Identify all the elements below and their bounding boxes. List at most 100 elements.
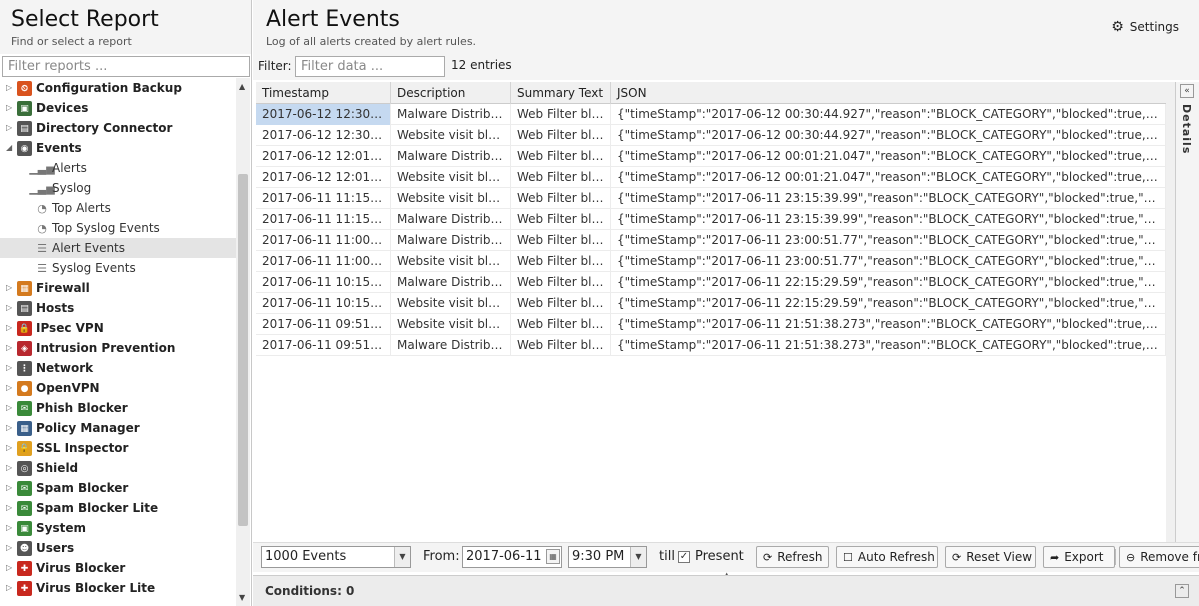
cell-description[interactable]: Malware Distribution Site blocked bbox=[391, 209, 511, 230]
table-row[interactable]: 2017-06-12 12:30:44.927Website visit blo… bbox=[256, 125, 1166, 146]
tree-item[interactable]: ◢ ◉ Events bbox=[0, 138, 236, 158]
tree-child-item[interactable]: ☰ Alert Events bbox=[0, 238, 236, 258]
cell-summary-text[interactable]: Web Filter blocked bbox=[511, 230, 611, 251]
auto-refresh-button[interactable]: ☐ Auto Refresh bbox=[836, 546, 938, 568]
cell-description[interactable]: Malware Distribution Site blocked bbox=[391, 104, 511, 125]
details-label[interactable]: Details bbox=[1180, 104, 1193, 154]
calendar-icon[interactable]: ▦ bbox=[546, 549, 560, 564]
tree-item[interactable]: ▷ ✉ Spam Blocker bbox=[0, 478, 236, 498]
expand-arrow-icon[interactable]: ▷ bbox=[6, 478, 14, 498]
tree-item[interactable]: ▷ ◎ Shield bbox=[0, 458, 236, 478]
from-time-select[interactable]: 9:30 PM ▼ bbox=[568, 546, 647, 568]
cell-description[interactable]: Malware Distribution Site blocked bbox=[391, 230, 511, 251]
tree-item[interactable]: ▷ ▤ Hosts bbox=[0, 298, 236, 318]
tree-item[interactable]: ▷ ☻ Users bbox=[0, 538, 236, 558]
table-row[interactable]: 2017-06-12 12:01:21.047Malware Distribut… bbox=[256, 146, 1166, 167]
column-header-description[interactable]: Description bbox=[391, 82, 511, 104]
cell-timestamp[interactable]: 2017-06-12 12:01:21.047 bbox=[256, 167, 391, 188]
tree-item[interactable]: ▷ ▦ Policy Manager bbox=[0, 418, 236, 438]
table-row[interactable]: 2017-06-12 12:01:21.047Website visit blo… bbox=[256, 167, 1166, 188]
expand-arrow-icon[interactable]: ▷ bbox=[6, 418, 14, 438]
cell-summary-text[interactable]: Web Filter blocked bbox=[511, 167, 611, 188]
tree-item[interactable]: ▷ ▤ Directory Connector bbox=[0, 118, 236, 138]
cell-timestamp[interactable]: 2017-06-11 11:00:51.77 bbox=[256, 230, 391, 251]
export-button[interactable]: ➦ Export bbox=[1043, 546, 1115, 568]
expand-arrow-icon[interactable]: ▷ bbox=[6, 538, 14, 558]
cell-summary-text[interactable]: Web Filter blocked bbox=[511, 335, 611, 356]
table-row[interactable]: 2017-06-12 12:30:44.927Malware Distribut… bbox=[256, 104, 1166, 125]
column-header-summary-text[interactable]: Summary Text bbox=[511, 82, 611, 104]
cell-json[interactable]: {"timeStamp":"2017-06-12 00:30:44.927","… bbox=[611, 104, 1166, 125]
from-date-field[interactable]: 2017-06-11 ▦ bbox=[462, 546, 562, 568]
cell-json[interactable]: {"timeStamp":"2017-06-11 23:15:39.99","r… bbox=[611, 188, 1166, 209]
cell-summary-text[interactable]: Web Filter blocked bbox=[511, 188, 611, 209]
tree-item[interactable]: ▷ ▣ Devices bbox=[0, 98, 236, 118]
cell-timestamp[interactable]: 2017-06-11 10:15:29.59 bbox=[256, 293, 391, 314]
tree-child-item[interactable]: ▁▃▅ Alerts bbox=[0, 158, 236, 178]
tree-item[interactable]: ▷ 🔒 IPsec VPN bbox=[0, 318, 236, 338]
tree-item[interactable]: ▷ ▣ System bbox=[0, 518, 236, 538]
cell-json[interactable]: {"timeStamp":"2017-06-11 21:51:38.273","… bbox=[611, 335, 1166, 356]
tree-item[interactable]: ▷ ⋮ Network bbox=[0, 358, 236, 378]
expand-arrow-icon[interactable]: ▷ bbox=[6, 398, 14, 418]
expand-arrow-icon[interactable]: ▷ bbox=[6, 558, 14, 578]
table-row[interactable]: 2017-06-11 11:15:39.99Website visit bloc… bbox=[256, 188, 1166, 209]
refresh-button[interactable]: ⟳ Refresh bbox=[756, 546, 829, 568]
cell-timestamp[interactable]: 2017-06-11 09:51:38.273 bbox=[256, 335, 391, 356]
expand-arrow-icon[interactable]: ▷ bbox=[6, 378, 14, 398]
cell-json[interactable]: {"timeStamp":"2017-06-11 23:15:39.99","r… bbox=[611, 209, 1166, 230]
expand-arrow-icon[interactable]: ▷ bbox=[6, 298, 14, 318]
cell-summary-text[interactable]: Web Filter blocked bbox=[511, 251, 611, 272]
cell-json[interactable]: {"timeStamp":"2017-06-11 23:00:51.77","r… bbox=[611, 230, 1166, 251]
cell-description[interactable]: Website visit blocked bbox=[391, 251, 511, 272]
scrollbar-thumb[interactable] bbox=[238, 174, 248, 526]
cell-json[interactable]: {"timeStamp":"2017-06-11 22:15:29.59","r… bbox=[611, 272, 1166, 293]
tree-item[interactable]: ▷ ⏲ Configuration Backup bbox=[0, 78, 236, 98]
tree-scrollbar[interactable]: ▲ ▼ bbox=[236, 78, 250, 606]
tree-item[interactable]: ▷ ✚ Virus Blocker Lite bbox=[0, 578, 236, 598]
expand-arrow-icon[interactable]: ▷ bbox=[6, 438, 14, 458]
table-row[interactable]: 2017-06-11 09:51:38.273Website visit blo… bbox=[256, 314, 1166, 335]
tree-item[interactable]: ▷ 🔒 SSL Inspector bbox=[0, 438, 236, 458]
tree-item[interactable]: ▷ ▦ Firewall bbox=[0, 278, 236, 298]
tree-item[interactable]: ▷ ◈ Intrusion Prevention bbox=[0, 338, 236, 358]
cell-json[interactable]: {"timeStamp":"2017-06-12 00:01:21.047","… bbox=[611, 167, 1166, 188]
cell-description[interactable]: Website visit blocked bbox=[391, 314, 511, 335]
cell-timestamp[interactable]: 2017-06-11 11:00:51.77 bbox=[256, 251, 391, 272]
cell-timestamp[interactable]: 2017-06-12 12:30:44.927 bbox=[256, 125, 391, 146]
expand-arrow-icon[interactable]: ▷ bbox=[6, 338, 14, 358]
scroll-down-icon[interactable]: ▼ bbox=[239, 593, 245, 602]
tree-child-item[interactable]: ☰ Syslog Events bbox=[0, 258, 236, 278]
expand-details-icon[interactable]: « bbox=[1180, 84, 1194, 98]
present-checkbox[interactable]: ✓ bbox=[678, 551, 690, 563]
cell-summary-text[interactable]: Web Filter blocked bbox=[511, 272, 611, 293]
tree-item[interactable]: ▷ ● OpenVPN bbox=[0, 378, 236, 398]
cell-summary-text[interactable]: Web Filter blocked bbox=[511, 293, 611, 314]
cell-summary-text[interactable]: Web Filter blocked bbox=[511, 146, 611, 167]
column-header-timestamp[interactable]: Timestamp bbox=[256, 82, 391, 104]
cell-timestamp[interactable]: 2017-06-11 09:51:38.273 bbox=[256, 314, 391, 335]
cell-summary-text[interactable]: Web Filter blocked bbox=[511, 209, 611, 230]
cell-description[interactable]: Malware Distribution Site blocked bbox=[391, 146, 511, 167]
cell-timestamp[interactable]: 2017-06-11 10:15:29.59 bbox=[256, 272, 391, 293]
expand-arrow-icon[interactable]: ▷ bbox=[6, 118, 14, 138]
cell-description[interactable]: Malware Distribution Site blocked bbox=[391, 335, 511, 356]
cell-timestamp[interactable]: 2017-06-12 12:30:44.927 bbox=[256, 104, 391, 125]
cell-summary-text[interactable]: Web Filter blocked bbox=[511, 104, 611, 125]
reset-view-button[interactable]: ⟳ Reset View bbox=[945, 546, 1036, 568]
expand-arrow-icon[interactable]: ▷ bbox=[6, 358, 14, 378]
scroll-up-icon[interactable]: ▲ bbox=[239, 82, 245, 91]
tree-item[interactable]: ▷ ✉ Phish Blocker bbox=[0, 398, 236, 418]
tree-child-item[interactable]: ◔ Top Syslog Events bbox=[0, 218, 236, 238]
chevron-down-icon[interactable]: ▼ bbox=[630, 547, 646, 567]
expand-arrow-icon[interactable]: ▷ bbox=[6, 98, 14, 118]
expand-arrow-icon[interactable]: ▷ bbox=[6, 78, 14, 98]
cell-description[interactable]: Website visit blocked bbox=[391, 125, 511, 146]
expand-arrow-icon[interactable]: ▷ bbox=[6, 318, 14, 338]
cell-timestamp[interactable]: 2017-06-12 12:01:21.047 bbox=[256, 146, 391, 167]
table-row[interactable]: 2017-06-11 11:00:51.77Website visit bloc… bbox=[256, 251, 1166, 272]
tree-item[interactable]: ▷ ✉ Spam Blocker Lite bbox=[0, 498, 236, 518]
cell-description[interactable]: Website visit blocked bbox=[391, 167, 511, 188]
tree-child-item[interactable]: ▁▃▅ Syslog bbox=[0, 178, 236, 198]
expand-arrow-icon[interactable]: ▷ bbox=[6, 278, 14, 298]
